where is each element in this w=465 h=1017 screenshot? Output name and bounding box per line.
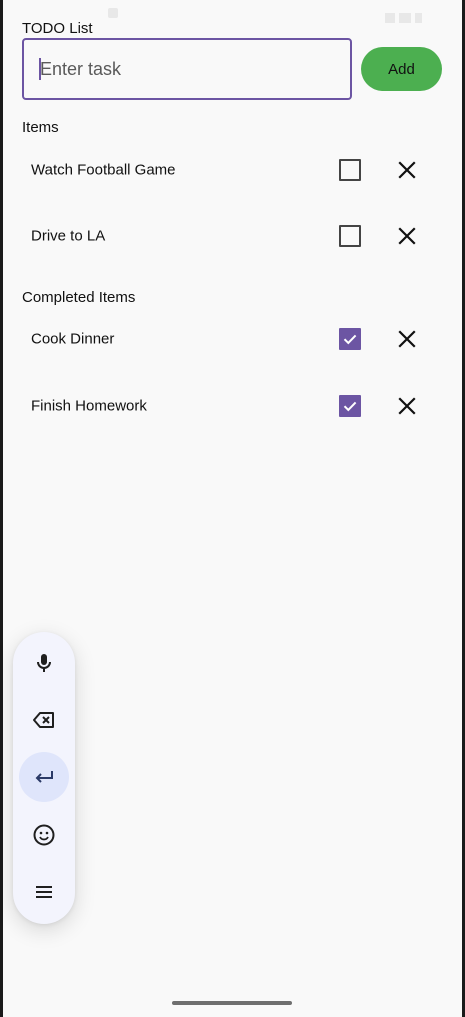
- close-icon: [398, 330, 416, 348]
- voice-input-toolbar: [13, 632, 75, 924]
- microphone-button[interactable]: [19, 638, 69, 688]
- check-icon: [343, 334, 357, 345]
- notification-icon: [108, 8, 118, 18]
- menu-icon: [36, 886, 52, 898]
- task-label: Finish Homework: [31, 397, 147, 415]
- backspace-icon: [33, 712, 54, 728]
- section-title-completed: Completed Items: [22, 289, 136, 306]
- remove-task-button[interactable]: [396, 159, 418, 181]
- task-checkbox[interactable]: [339, 159, 361, 181]
- section-title-items: Items: [22, 119, 59, 136]
- text-cursor: [39, 58, 41, 80]
- task-input[interactable]: [22, 38, 352, 100]
- task-label: Drive to LA: [31, 227, 106, 245]
- task-row: Watch Football Game: [22, 137, 442, 203]
- menu-button[interactable]: [19, 867, 69, 917]
- emoji-button[interactable]: [19, 810, 69, 860]
- battery-icon: [415, 13, 422, 23]
- check-icon: [343, 401, 357, 412]
- task-checkbox-checked[interactable]: [339, 395, 361, 417]
- enter-button[interactable]: [19, 752, 69, 802]
- task-row-completed: Finish Homework: [22, 373, 442, 439]
- wifi-icon: [385, 13, 395, 23]
- task-row-completed: Cook Dinner: [22, 306, 442, 372]
- remove-task-button[interactable]: [396, 395, 418, 417]
- close-icon: [398, 397, 416, 415]
- status-icons: [381, 10, 427, 23]
- task-checkbox-checked[interactable]: [339, 328, 361, 350]
- close-icon: [398, 227, 416, 245]
- remove-task-button[interactable]: [396, 225, 418, 247]
- add-button[interactable]: Add: [361, 47, 442, 91]
- task-checkbox[interactable]: [339, 225, 361, 247]
- emoji-icon: [33, 824, 55, 846]
- signal-icon: [399, 13, 411, 23]
- task-label: Cook Dinner: [31, 330, 115, 348]
- microphone-icon: [37, 654, 51, 672]
- task-row: Drive to LA: [22, 203, 442, 269]
- backspace-button[interactable]: [19, 695, 69, 745]
- enter-icon: [35, 771, 53, 783]
- device-frame-left: [0, 0, 3, 1017]
- task-label: Watch Football Game: [31, 161, 176, 179]
- navigation-handle[interactable]: [172, 1001, 292, 1005]
- page-title: TODO List: [22, 20, 93, 37]
- close-icon: [398, 161, 416, 179]
- remove-task-button[interactable]: [396, 328, 418, 350]
